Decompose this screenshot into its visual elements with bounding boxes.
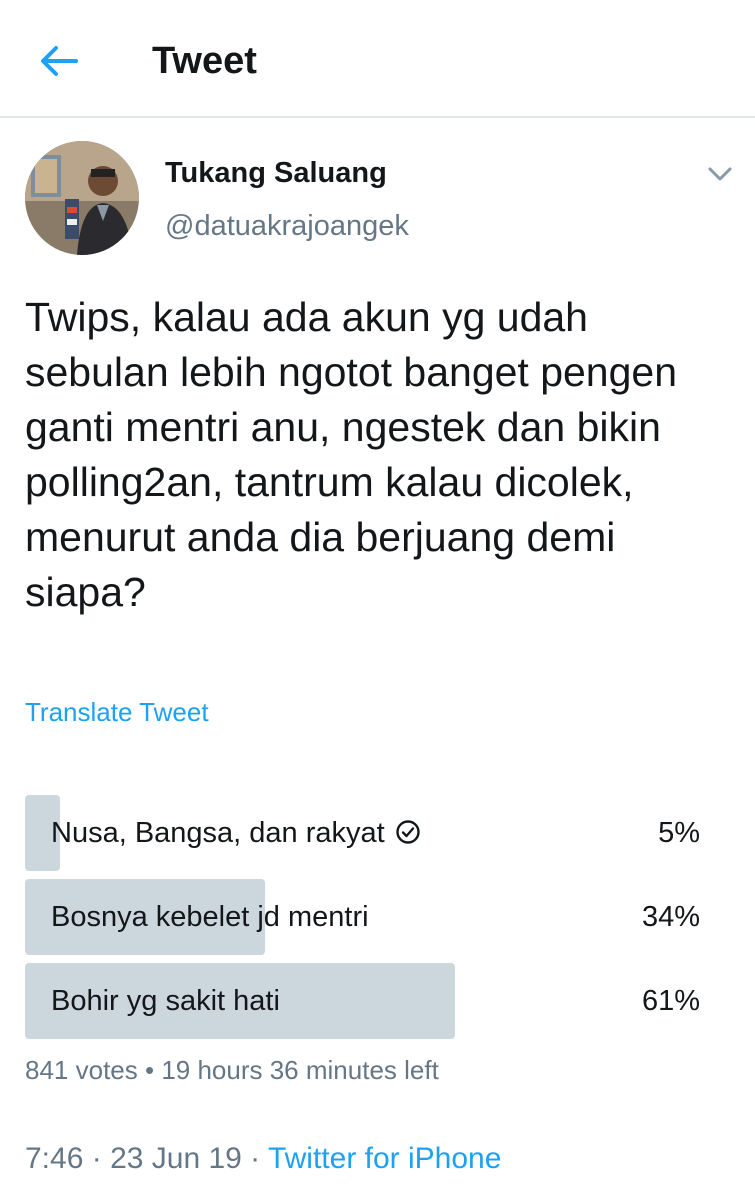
- author-name[interactable]: Tukang Saluang: [165, 155, 387, 191]
- page-title: Tweet: [152, 40, 257, 82]
- more-options-button[interactable]: [704, 162, 736, 186]
- check-circle-icon: [396, 820, 420, 845]
- poll-option-percent: 5%: [658, 817, 700, 849]
- tweet-time: 7:46: [25, 1142, 84, 1175]
- translate-tweet-link[interactable]: Translate Tweet: [25, 695, 209, 729]
- top-bar: Tweet: [0, 0, 755, 118]
- poll-option: Nusa, Bangsa, dan rakyat 5%: [25, 795, 730, 871]
- poll-option: Bohir yg sakit hati 61%: [25, 963, 730, 1039]
- poll-option-label: Nusa, Bangsa, dan rakyat: [51, 817, 385, 849]
- poll-meta: 841 votes • 19 hours 36 minutes left: [25, 1053, 439, 1087]
- tweet-source-link[interactable]: Twitter for iPhone: [268, 1142, 501, 1175]
- arrow-left-icon: [41, 46, 78, 76]
- poll-option-percent: 61%: [641, 985, 700, 1017]
- separator: ·: [83, 1142, 111, 1175]
- poll-option-percent: 34%: [641, 901, 700, 933]
- poll-option-label: Bohir yg sakit hati: [51, 985, 280, 1017]
- separator: •: [137, 1055, 162, 1085]
- separator: ·: [241, 1142, 268, 1175]
- author-handle[interactable]: @datuakrajoangek: [165, 208, 409, 244]
- avatar[interactable]: [25, 141, 139, 255]
- back-button[interactable]: [36, 38, 82, 84]
- poll-votes: 841 votes: [25, 1055, 138, 1085]
- tweet-date: 23 Jun 19: [110, 1142, 242, 1175]
- poll-option: Bosnya kebelet jd mentri 34%: [25, 879, 730, 955]
- poll-time-left: 19 hours 36 minutes left: [161, 1055, 439, 1085]
- poll-option-label: Bosnya kebelet jd mentri: [51, 901, 369, 933]
- tweet-timestamp: 7:46 · 23 Jun 19 · Twitter for iPhone: [25, 1140, 501, 1178]
- chevron-down-icon: [708, 167, 732, 181]
- tweet-text: Twips, kalau ada akun yg udah sebulan le…: [25, 294, 678, 615]
